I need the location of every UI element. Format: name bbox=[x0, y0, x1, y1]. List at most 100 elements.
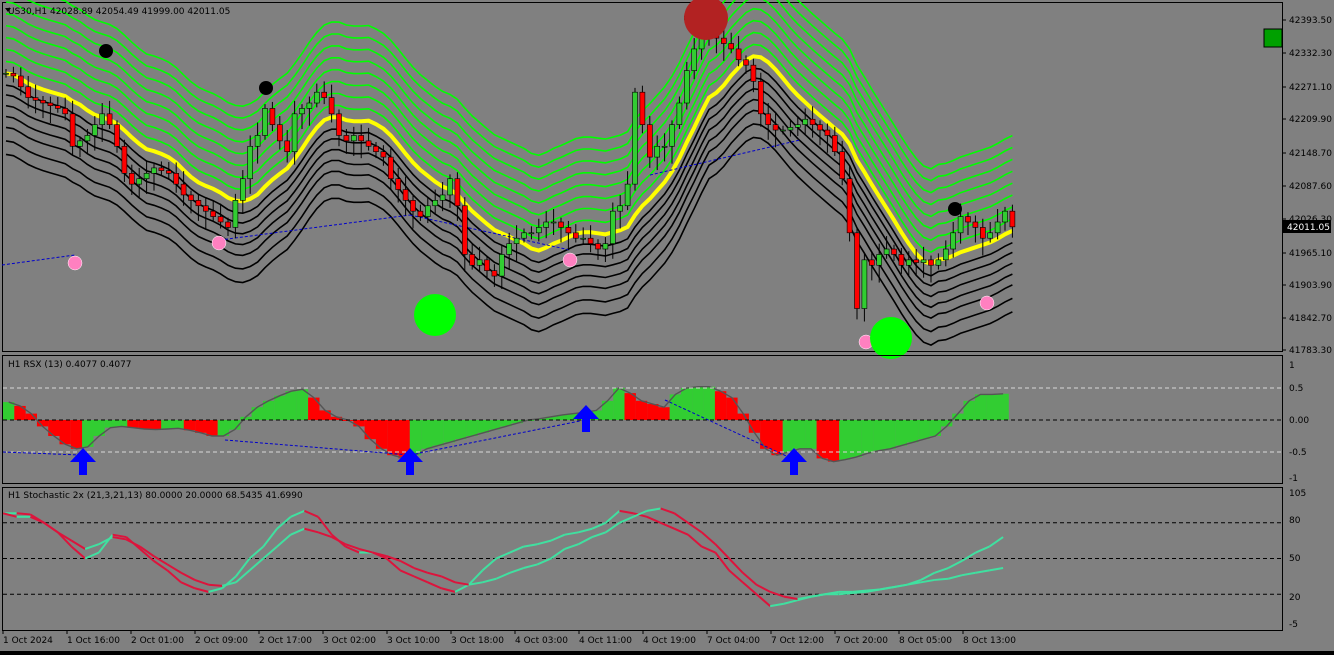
bear-candle bbox=[40, 100, 46, 104]
bear-candle bbox=[743, 59, 749, 66]
rsx-bar bbox=[794, 420, 806, 449]
bear-candle bbox=[328, 97, 335, 115]
rsx-pane-header: H1 RSX (13) 0.4077 0.4077 bbox=[8, 360, 132, 370]
rsx-bar bbox=[127, 420, 139, 428]
bear-candle bbox=[868, 259, 875, 266]
bear-candle bbox=[757, 81, 764, 115]
bull-candle bbox=[676, 102, 683, 125]
bear-candle bbox=[195, 200, 202, 207]
bull-candle bbox=[99, 113, 105, 125]
black-signal-dot bbox=[259, 81, 273, 95]
rsx-bar bbox=[183, 420, 196, 431]
bear-candle bbox=[595, 243, 601, 250]
price-tick-label: 41903.90 bbox=[1289, 281, 1332, 291]
bear-candle bbox=[188, 194, 194, 201]
rsx-bar bbox=[251, 407, 263, 420]
bear-candle bbox=[402, 189, 409, 201]
pink-signal-dot bbox=[562, 252, 578, 268]
rsx-bar bbox=[771, 420, 783, 456]
rsx-bar bbox=[421, 420, 433, 449]
bear-candle bbox=[728, 43, 735, 50]
bull-candle bbox=[513, 237, 520, 244]
time-tick-label: 7 Oct 20:00 bbox=[835, 636, 888, 646]
pink-signal-dot bbox=[979, 295, 995, 311]
bull-candle bbox=[994, 221, 1001, 234]
rsx-tick-label: 0.00 bbox=[1289, 416, 1309, 426]
time-tick-label: 7 Oct 04:00 bbox=[707, 636, 760, 646]
time-tick-label: 1 Oct 16:00 bbox=[67, 636, 120, 646]
stoch-main-segment bbox=[934, 577, 949, 581]
bear-candle bbox=[824, 129, 831, 136]
bear-candle bbox=[565, 227, 572, 234]
rsx-bar bbox=[375, 420, 388, 449]
bear-candle bbox=[25, 86, 32, 98]
bear-candle bbox=[180, 183, 187, 196]
bear-candle bbox=[217, 216, 224, 223]
bull-candle bbox=[350, 135, 357, 142]
time-tick-label: 2 Oct 01:00 bbox=[131, 636, 184, 646]
bear-candle bbox=[365, 140, 372, 147]
time-tick-label: 2 Oct 09:00 bbox=[195, 636, 248, 646]
rsx-bar bbox=[172, 420, 184, 429]
bull-candle bbox=[654, 145, 661, 158]
bear-candle bbox=[32, 97, 39, 101]
stoch-pane-header: H1 Stochastic 2x (21,3,21,13) 80.0000 20… bbox=[8, 491, 303, 501]
rsx-bar bbox=[455, 420, 467, 440]
rsx-bar bbox=[477, 420, 489, 433]
bear-candle bbox=[121, 145, 128, 174]
stoch-tick-label: 20 bbox=[1289, 593, 1301, 603]
rsx-bar bbox=[432, 420, 444, 446]
bull-candle bbox=[609, 210, 616, 244]
rsx-bar bbox=[805, 420, 817, 449]
bear-candle bbox=[395, 178, 402, 190]
rsx-bar bbox=[986, 394, 998, 420]
rsx-bar bbox=[624, 393, 636, 420]
bear-candle bbox=[69, 113, 76, 147]
bear-candle bbox=[284, 140, 291, 152]
price-tick-label: 42271.10 bbox=[1289, 83, 1332, 93]
big-green-signal-dot bbox=[414, 294, 456, 336]
bear-candle bbox=[558, 221, 564, 228]
stoch-signal-segment bbox=[208, 583, 223, 587]
rsx-tick-label: 1 bbox=[1289, 361, 1295, 371]
time-tick-label: 4 Oct 03:00 bbox=[515, 636, 568, 646]
bull-candle bbox=[240, 178, 246, 201]
bear-candle bbox=[750, 64, 757, 82]
rsx-bar bbox=[647, 404, 659, 420]
price-tick-label: 41965.10 bbox=[1289, 249, 1332, 259]
rsx-bar bbox=[839, 420, 851, 460]
bear-candle bbox=[735, 48, 742, 61]
bear-candle bbox=[410, 200, 416, 212]
time-tick-label: 4 Oct 11:00 bbox=[579, 636, 632, 646]
time-tick-label: 8 Oct 05:00 bbox=[899, 636, 952, 646]
bear-candle bbox=[210, 210, 216, 217]
rsx-tick-label: 0.5 bbox=[1289, 384, 1303, 394]
stoch-tick-label: -5 bbox=[1289, 620, 1298, 630]
bear-candle bbox=[817, 124, 823, 131]
bull-candle bbox=[262, 108, 268, 136]
rsx-bar bbox=[48, 420, 60, 436]
bull-candle bbox=[506, 243, 513, 255]
price-tick-label: 42393.50 bbox=[1289, 16, 1332, 26]
rsx-bar bbox=[827, 420, 840, 462]
rsx-bar bbox=[884, 420, 896, 449]
bull-candle bbox=[528, 232, 535, 235]
trade-panel-button[interactable] bbox=[1263, 28, 1283, 48]
bull-candle bbox=[84, 135, 91, 142]
bear-candle bbox=[809, 118, 816, 125]
rsx-bar bbox=[782, 420, 795, 452]
rsx-bar bbox=[974, 394, 987, 420]
bear-candle bbox=[114, 124, 120, 147]
rsx-bar bbox=[895, 420, 908, 446]
time-tick-label: 1 Oct 2024 bbox=[3, 636, 53, 646]
bear-candle bbox=[772, 124, 779, 131]
price-tick-label: 41842.70 bbox=[1289, 314, 1332, 324]
bear-candle bbox=[373, 145, 379, 152]
bull-candle bbox=[299, 108, 305, 115]
bull-candle bbox=[498, 254, 505, 277]
bear-candle bbox=[854, 232, 860, 309]
rsx-bar bbox=[161, 420, 173, 429]
bull-candle bbox=[432, 200, 439, 207]
bear-candle bbox=[1009, 210, 1016, 228]
rsx-bar bbox=[285, 391, 297, 420]
